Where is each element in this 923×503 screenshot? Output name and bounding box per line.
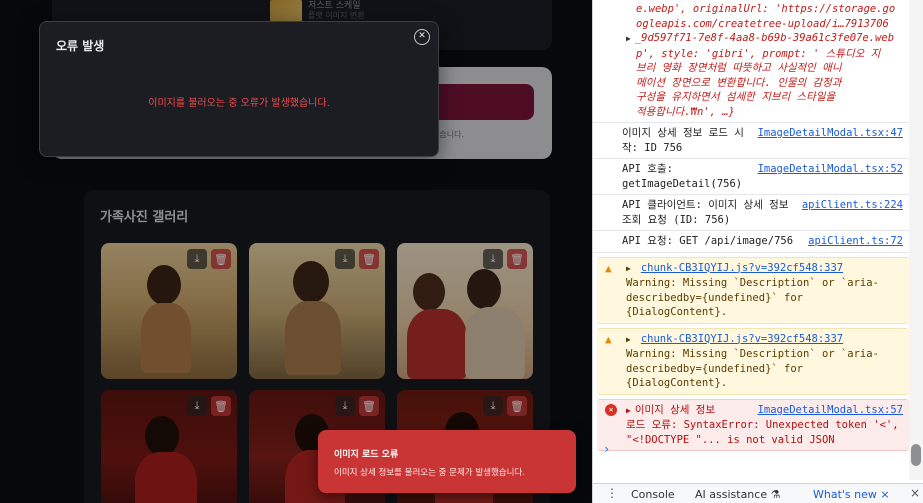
- warning-text: Warning: Missing `Description` or `aria-…: [626, 277, 879, 318]
- close-icon[interactable]: ✕: [414, 29, 430, 45]
- trash-icon[interactable]: 🗑: [359, 249, 379, 269]
- log-text: API 클라이언트: 이미지 상세 정보 조회 요청 (ID: 756): [622, 199, 789, 226]
- expand-triangle-icon[interactable]: ▶: [626, 34, 631, 43]
- trash-icon[interactable]: 🗑: [507, 249, 527, 269]
- source-link[interactable]: ImageDetailModal.tsx:52: [758, 162, 903, 177]
- source-link[interactable]: apiClient.ts:72: [808, 234, 903, 249]
- dialog-title: 오류 발생: [56, 39, 105, 53]
- object-line: e.webp', originalUrl: 'https://storage.g…: [636, 3, 896, 15]
- download-icon[interactable]: ⤓: [483, 249, 503, 269]
- expand-triangle-icon[interactable]: ▶: [626, 406, 631, 415]
- console-warning-entry: ▲ ▶ chunk-CB3IQYIJ.js?v=392cf548:337 Warn…: [597, 256, 909, 324]
- download-icon[interactable]: ⤓: [483, 396, 503, 416]
- gallery-title: 가족사진 갤러리: [100, 210, 189, 225]
- gallery-image-tile[interactable]: ⤓ 🗑: [101, 390, 237, 503]
- console-log-entry: ImageDetailModal.tsx:52 API 호출: getImage…: [593, 159, 909, 195]
- warning-icon: ▲: [605, 261, 612, 275]
- download-icon[interactable]: ⤓: [187, 249, 207, 269]
- error-head: 이미지 상세 정보: [634, 403, 716, 416]
- console-log: e.webp', originalUrl: 'https://storage.g…: [593, 0, 909, 455]
- log-text: 이미지 상세 정보 로드 시작: ID 756: [622, 127, 744, 154]
- object-line: ▶ _9d597f71-7e8f-4aa8-b69b-39a61c3fe07e.w…: [626, 32, 895, 44]
- console-scrollbar[interactable]: [909, 0, 923, 480]
- trash-icon[interactable]: 🗑: [507, 396, 527, 416]
- log-text: API 호출: getImageDetail(756): [622, 163, 743, 190]
- source-link[interactable]: chunk-CB3IQYIJ.js?v=392cf548:337: [641, 262, 843, 274]
- console-prompt[interactable]: ›: [603, 442, 610, 456]
- trash-icon[interactable]: 🗑: [211, 396, 231, 416]
- app-viewport: 저스트 스케일 플랫 이미지 변환 있습니다. 가족사진 갤러리 ⤓ 🗑 ⤓ 🗑: [0, 0, 592, 503]
- expand-triangle-icon[interactable]: ▶: [626, 335, 631, 344]
- warning-icon: ▲: [605, 332, 612, 346]
- error-icon: ✕: [605, 403, 617, 416]
- log-text: API 요청: GET /api/image/756: [622, 235, 794, 247]
- close-drawer-icon[interactable]: ×: [910, 486, 920, 500]
- source-link[interactable]: apiClient.ts:224: [802, 198, 903, 213]
- devtools-panel: e.webp', originalUrl: 'https://storage.g…: [592, 0, 923, 503]
- trash-icon[interactable]: 🗑: [359, 396, 379, 416]
- gallery-image-tile[interactable]: ⤓ 🗑: [397, 243, 533, 379]
- console-log-entry: ImageDetailModal.tsx:47 이미지 상세 정보 로드 시작:…: [593, 123, 909, 159]
- object-line: ogleapis.com/createtree-upload/i…7913706: [636, 17, 889, 30]
- object-line: 구성을 유지하면서 섬세한 지브리 스타일을: [636, 91, 836, 103]
- download-icon[interactable]: ⤓: [335, 249, 355, 269]
- source-link[interactable]: chunk-CB3IQYIJ.js?v=392cf548:337: [641, 333, 843, 345]
- download-icon[interactable]: ⤓: [335, 396, 355, 416]
- style-card-subtitle: 플랫 이미지 변환: [308, 11, 365, 20]
- console-warning-entry: ▲ ▶ chunk-CB3IQYIJ.js?v=392cf548:337 Warn…: [597, 327, 909, 395]
- object-line: 브리 영화 장면처럼 따뜻하고 사실적인 애니: [636, 62, 842, 74]
- console-object-entry[interactable]: e.webp', originalUrl: 'https://storage.g…: [593, 0, 909, 123]
- source-link[interactable]: ImageDetailModal.tsx:57: [758, 403, 903, 418]
- expand-triangle-icon[interactable]: ▶: [626, 264, 631, 273]
- gallery-image-tile[interactable]: ⤓ 🗑: [101, 243, 237, 379]
- tab-console[interactable]: Console: [631, 488, 675, 501]
- console-error-entry: ✕ ▶ 이미지 상세 정보 ImageDetailModal.tsx:57 로드 오…: [597, 398, 909, 451]
- tab-ai-assistance[interactable]: AI assistance ⚗: [695, 488, 780, 501]
- dialog-error-message: 이미지를 불러오는 중 오류가 발생했습니다.: [148, 98, 330, 109]
- trash-icon[interactable]: 🗑: [211, 249, 231, 269]
- devtools-drawer-tabs: ⋮ Console AI assistance ⚗ What's new × ×: [593, 483, 923, 503]
- gallery-image-tile[interactable]: ⤓ 🗑: [249, 243, 385, 379]
- toast-title: 이미지 로드 오류: [334, 450, 399, 460]
- object-line: 적용합니다.₩n', …}: [636, 105, 735, 118]
- console-log-entry: apiClient.ts:72 API 요청: GET /api/image/7…: [593, 231, 909, 253]
- download-icon[interactable]: ⤓: [187, 396, 207, 416]
- more-options-icon[interactable]: ⋮: [606, 486, 618, 500]
- toast-message: 이미지 상세 정보를 불러오는 중 문제가 발생했습니다.: [334, 468, 525, 478]
- object-line: 메이션 장면으로 변환합니다. 인물의 감정과: [636, 76, 842, 89]
- tab-whats-new[interactable]: What's new ×: [813, 488, 890, 501]
- scrollbar-thumb[interactable]: [911, 444, 921, 466]
- source-link[interactable]: ImageDetailModal.tsx:47: [758, 126, 903, 141]
- console-log-entry: apiClient.ts:224 API 클라이언트: 이미지 상세 정보 조회…: [593, 195, 909, 231]
- object-line: p', style: 'gibri', prompt: ' 스튜디오 지: [636, 47, 881, 60]
- error-toast[interactable]: 이미지 로드 오류 이미지 상세 정보를 불러오는 중 문제가 발생했습니다.: [318, 430, 576, 493]
- warning-text: Warning: Missing `Description` or `aria-…: [626, 348, 879, 389]
- error-dialog: 오류 발생 ✕ 이미지를 불러오는 중 오류가 발생했습니다.: [39, 21, 439, 157]
- error-text: 로드 오류: SyntaxError: Unexpected token '<'…: [626, 419, 899, 446]
